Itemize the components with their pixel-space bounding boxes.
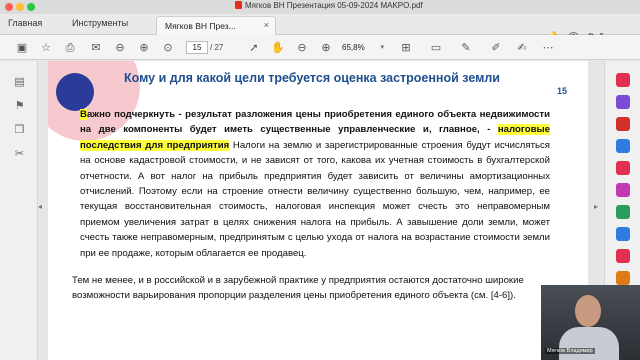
search-zoom-icon[interactable]: ⊖ bbox=[112, 40, 128, 55]
right-tool-icon[interactable] bbox=[616, 73, 630, 87]
window-close-button[interactable] bbox=[5, 3, 13, 11]
window-minimize-button[interactable] bbox=[16, 3, 24, 11]
tab-document[interactable]: Мягков ВН През... × bbox=[156, 16, 276, 35]
slide-page-number: 15 bbox=[557, 86, 568, 96]
cursor-icon[interactable]: ➚ bbox=[246, 40, 262, 55]
bookmark-star-icon[interactable]: ☆ bbox=[38, 40, 54, 55]
email-icon[interactable]: ✉ bbox=[88, 40, 104, 55]
main-toolbar: ▣ ☆ ⎙ ✉ ⊖ ⊕ ⊙ 15 / 27 ➚ ✋ ⊖ ⊕ 65,8% ▾ ⊞ … bbox=[0, 35, 640, 60]
para1-body: Налоги на землю и зарегистрированные стр… bbox=[80, 139, 550, 259]
collapse-right-sidebar-icon[interactable]: ▸ bbox=[594, 202, 598, 211]
right-tool-icon[interactable] bbox=[616, 249, 630, 263]
right-tool-icon[interactable] bbox=[616, 95, 630, 109]
left-sidebar: ▤ ⚑ ❐ ✂ bbox=[0, 61, 38, 360]
tab-document-label: Мягков ВН През... bbox=[165, 21, 236, 31]
attachment-icon[interactable]: ✂ bbox=[13, 147, 26, 160]
chevron-down-icon: ▾ bbox=[380, 44, 384, 51]
right-tool-icon[interactable] bbox=[616, 161, 630, 175]
zoom-out-icon[interactable]: ⊖ bbox=[294, 40, 310, 55]
zoom-value: 65,8% bbox=[342, 43, 365, 52]
page-down-icon[interactable]: ⊙ bbox=[160, 40, 176, 55]
tab-close-icon[interactable]: × bbox=[264, 20, 269, 30]
comment-icon[interactable]: ▤ bbox=[13, 75, 26, 88]
more-icon[interactable]: ⋯ bbox=[540, 40, 556, 55]
pages-icon[interactable]: ❐ bbox=[13, 123, 26, 136]
window-maximize-button[interactable] bbox=[27, 3, 35, 11]
slide-decoration-blue bbox=[56, 73, 94, 111]
first-letter: В bbox=[80, 109, 87, 120]
right-tool-icon[interactable] bbox=[616, 271, 630, 285]
zoom-select[interactable]: 65,8% ▾ bbox=[342, 41, 384, 54]
window-titlebar: Мягков ВН Презентация 05-09-2024 MAKPO.p… bbox=[0, 0, 640, 14]
right-tool-icon[interactable] bbox=[616, 183, 630, 197]
page-number-input[interactable]: 15 bbox=[186, 41, 208, 54]
window-title: Мягков ВН Презентация 05-09-2024 MAKPO.p… bbox=[235, 1, 423, 10]
slide-paragraph-1: Важно подчеркнуть - результат разложения… bbox=[80, 107, 550, 261]
right-tool-icon[interactable] bbox=[616, 227, 630, 241]
tab-bar: Главная Инструменты Мягков ВН През... × … bbox=[0, 14, 640, 43]
hand-icon[interactable]: ✋ bbox=[270, 40, 286, 55]
para1-bold: ажно подчеркнуть - результат разложения … bbox=[80, 109, 550, 136]
slide-paragraph-2: Тем не менее, и в российской и в зарубеж… bbox=[72, 275, 524, 301]
collapse-left-sidebar-icon[interactable]: ◂ bbox=[38, 202, 42, 211]
webcam-name-label: Мягков Владимир bbox=[545, 348, 595, 354]
pdf-page: Кому и для какой цели требуется оценка з… bbox=[48, 61, 588, 360]
slide-title: Кому и для какой цели требуется оценка з… bbox=[124, 71, 500, 85]
window-title-text: Мягков ВН Презентация 05-09-2024 MAKPO.p… bbox=[245, 1, 423, 10]
marquee-icon[interactable]: ▭ bbox=[428, 40, 444, 55]
highlight-icon[interactable]: ✐ bbox=[488, 40, 504, 55]
webcam-overlay: Мягков Владимир bbox=[541, 285, 640, 360]
right-tool-icon[interactable] bbox=[616, 139, 630, 153]
right-tool-icon[interactable] bbox=[616, 117, 630, 131]
sign-icon[interactable]: ✍ bbox=[514, 40, 530, 55]
presenter-head bbox=[575, 295, 601, 327]
save-icon[interactable]: ▣ bbox=[14, 40, 30, 55]
zoom-in-icon[interactable]: ⊕ bbox=[318, 40, 334, 55]
page-total: / 27 bbox=[210, 43, 224, 52]
tab-home[interactable]: Главная bbox=[8, 18, 42, 28]
print-icon[interactable]: ⎙ bbox=[62, 40, 78, 55]
page-up-icon[interactable]: ⊕ bbox=[136, 40, 152, 55]
bookmark-icon[interactable]: ⚑ bbox=[13, 99, 26, 112]
annotate-icon[interactable]: ✎ bbox=[458, 40, 474, 55]
right-tool-icon[interactable] bbox=[616, 205, 630, 219]
presenter-body bbox=[559, 327, 619, 360]
pdf-file-icon bbox=[235, 1, 242, 9]
fit-page-icon[interactable]: ⊞ bbox=[398, 40, 414, 55]
tab-tools[interactable]: Инструменты bbox=[72, 18, 128, 28]
